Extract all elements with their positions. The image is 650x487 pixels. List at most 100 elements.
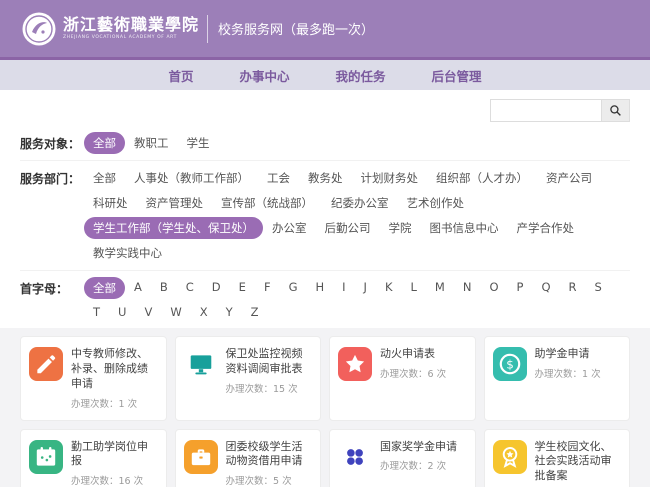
filter-item[interactable]: D bbox=[203, 277, 230, 299]
main-nav: 首页 办事中心 我的任务 后台管理 bbox=[0, 57, 650, 90]
service-card[interactable]: 勤工助学岗位申报 办理次数：16 次 bbox=[20, 429, 167, 487]
filter-service-department: 服务部门： 全部人事处（教师工作部）工会教务处计划财务处组织部（人才办）资产公司… bbox=[20, 161, 630, 271]
service-card[interactable]: 保卫处监控视频资料调阅审批表 办理次数：15 次 bbox=[175, 336, 322, 421]
service-count: 办理次数：1 次 bbox=[71, 396, 158, 410]
filter-item[interactable]: 全部 bbox=[84, 167, 125, 189]
services-grid: 中专教师修改、补录、删除成绩申请 办理次数：1 次 保卫处监控视频资料调阅审批表… bbox=[20, 336, 630, 487]
service-count: 办理次数：1 次 bbox=[535, 366, 622, 380]
school-logo-icon bbox=[22, 12, 56, 46]
filter-item[interactable]: 宣传部（统战部） bbox=[212, 192, 322, 214]
filter-item[interactable]: 资产管理处 bbox=[137, 192, 213, 214]
filter-item[interactable]: 纪委办公室 bbox=[322, 192, 398, 214]
filter-item[interactable]: G bbox=[280, 277, 307, 299]
filter-item[interactable]: K bbox=[376, 277, 402, 299]
filter-label: 服务对象： bbox=[20, 132, 84, 152]
filter-item[interactable]: L bbox=[402, 277, 426, 299]
filter-item[interactable]: V bbox=[135, 302, 161, 322]
filter-item[interactable]: P bbox=[508, 277, 533, 299]
filter-item[interactable]: N bbox=[454, 277, 481, 299]
pencil-icon bbox=[29, 347, 63, 381]
service-card[interactable]: 动火申请表 办理次数：6 次 bbox=[329, 336, 476, 421]
filter-item[interactable]: E bbox=[230, 277, 255, 299]
filter-label: 首字母： bbox=[20, 277, 84, 297]
filter-item[interactable]: T bbox=[84, 302, 109, 322]
filter-item[interactable]: 资产公司 bbox=[537, 167, 601, 189]
service-card[interactable]: 国家奖学金申请 办理次数：2 次 bbox=[329, 429, 476, 487]
filter-item[interactable]: H bbox=[306, 277, 333, 299]
nav-my-tasks[interactable]: 我的任务 bbox=[336, 66, 386, 85]
filter-item[interactable]: 全部 bbox=[84, 132, 125, 154]
filter-item[interactable]: I bbox=[333, 277, 354, 299]
service-count: 办理次数：6 次 bbox=[380, 366, 467, 380]
filter-item[interactable]: 办公室 bbox=[263, 217, 316, 239]
filter-item[interactable]: C bbox=[177, 277, 203, 299]
filter-item[interactable]: B bbox=[151, 277, 177, 299]
filter-item[interactable]: Q bbox=[532, 277, 559, 299]
filter-item[interactable]: F bbox=[255, 277, 280, 299]
filter-item[interactable]: S bbox=[586, 277, 611, 299]
search-row bbox=[0, 90, 650, 126]
service-card[interactable]: $ 助学金申请 办理次数：1 次 bbox=[484, 336, 631, 421]
school-name-english: ZHEJIANG VOCATIONAL ACADEMY OF ART bbox=[63, 36, 199, 41]
four-dots-icon bbox=[338, 440, 372, 474]
filter-item[interactable]: A bbox=[125, 277, 151, 299]
school-name: 浙江藝術職業學院 bbox=[63, 16, 199, 34]
nav-admin[interactable]: 后台管理 bbox=[432, 66, 482, 85]
service-title: 国家奖学金申请 bbox=[380, 440, 467, 455]
filter-item[interactable]: 人事处（教师工作部） bbox=[125, 167, 258, 189]
filter-items: 全部ABCDEFGHIJKLMNOPQRS TUVWXYZ bbox=[84, 277, 630, 322]
service-title: 助学金申请 bbox=[535, 347, 622, 362]
filter-item[interactable]: Z bbox=[242, 302, 268, 322]
service-count: 办理次数：5 次 bbox=[226, 473, 313, 487]
school-logo-text: 浙江藝術職業學院 ZHEJIANG VOCATIONAL ACADEMY OF … bbox=[63, 16, 199, 41]
filter-item[interactable]: 全部 bbox=[84, 277, 125, 299]
nav-service-center[interactable]: 办事中心 bbox=[239, 66, 289, 85]
service-card[interactable]: 学生校园文化、社会实践活动审批备案 办理次数：1 次 bbox=[484, 429, 631, 487]
logo-divider bbox=[207, 15, 208, 43]
filter-service-target: 服务对象： 全部教职工学生 bbox=[20, 126, 630, 161]
service-count: 办理次数：16 次 bbox=[71, 473, 158, 487]
filter-item[interactable]: 学生工作部（学生处、保卫处） bbox=[84, 217, 263, 239]
filter-item[interactable]: 图书信息中心 bbox=[421, 217, 508, 239]
service-card[interactable]: 中专教师修改、补录、删除成绩申请 办理次数：1 次 bbox=[20, 336, 167, 421]
filter-item[interactable]: R bbox=[560, 277, 586, 299]
calendar-icon bbox=[29, 440, 63, 474]
nav-home[interactable]: 首页 bbox=[168, 66, 193, 85]
filter-item[interactable]: 产学合作处 bbox=[508, 217, 584, 239]
service-title: 学生校园文化、社会实践活动审批备案 bbox=[535, 440, 622, 485]
filter-item[interactable]: 工会 bbox=[258, 167, 299, 189]
filter-items: 全部人事处（教师工作部）工会教务处计划财务处组织部（人才办）资产公司科研处资产管… bbox=[84, 167, 630, 264]
search-icon bbox=[609, 104, 622, 117]
service-count: 办理次数：2 次 bbox=[380, 458, 467, 472]
filter-item[interactable]: 后勤公司 bbox=[316, 217, 380, 239]
filter-item[interactable]: J bbox=[355, 277, 376, 299]
filter-item[interactable]: M bbox=[426, 277, 454, 299]
filter-item[interactable]: U bbox=[109, 302, 135, 322]
filter-item[interactable]: 学生 bbox=[178, 132, 219, 154]
filter-item[interactable]: 艺术创作处 bbox=[398, 192, 474, 214]
filter-item[interactable]: 学院 bbox=[380, 217, 421, 239]
filter-item[interactable]: 教学实践中心 bbox=[84, 242, 171, 264]
filter-item[interactable]: 计划财务处 bbox=[352, 167, 428, 189]
search-input[interactable] bbox=[490, 99, 602, 122]
monitor-icon bbox=[184, 347, 218, 381]
filter-item[interactable]: X bbox=[191, 302, 217, 322]
filter-first-letter: 首字母： 全部ABCDEFGHIJKLMNOPQRS TUVWXYZ bbox=[20, 271, 630, 328]
coin-icon: $ bbox=[493, 347, 527, 381]
filter-item[interactable]: 教务处 bbox=[299, 167, 352, 189]
service-card[interactable]: 团委校级学生活动物资借用申请 办理次数：5 次 bbox=[175, 429, 322, 487]
search-button[interactable] bbox=[602, 99, 630, 122]
filter-item[interactable]: 科研处 bbox=[84, 192, 137, 214]
service-title: 勤工助学岗位申报 bbox=[71, 440, 158, 470]
service-title: 团委校级学生活动物资借用申请 bbox=[226, 440, 313, 470]
svg-text:$: $ bbox=[506, 358, 514, 372]
briefcase-icon bbox=[184, 440, 218, 474]
site-title: 校务服务网（最多跑一次） bbox=[218, 19, 374, 38]
filter-item[interactable]: Y bbox=[217, 302, 242, 322]
filter-item[interactable]: W bbox=[161, 302, 190, 322]
filter-item[interactable]: 教职工 bbox=[125, 132, 178, 154]
service-title: 保卫处监控视频资料调阅审批表 bbox=[226, 347, 313, 377]
filter-item[interactable]: O bbox=[480, 277, 507, 299]
app-header: 浙江藝術職業學院 ZHEJIANG VOCATIONAL ACADEMY OF … bbox=[0, 0, 650, 57]
filter-item[interactable]: 组织部（人才办） bbox=[427, 167, 537, 189]
